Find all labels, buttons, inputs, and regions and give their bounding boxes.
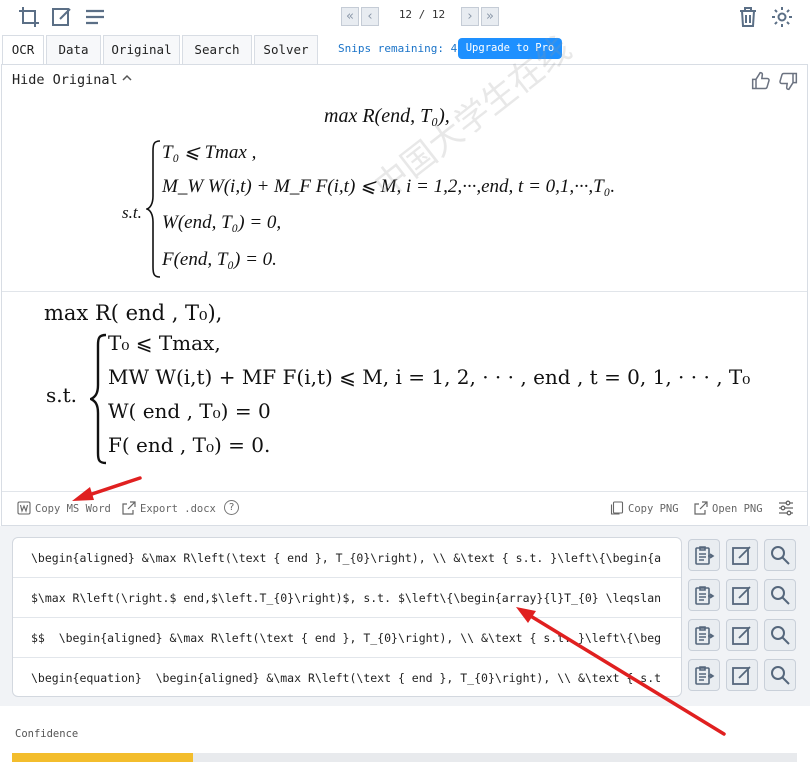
confidence-label: Confidence [15, 728, 79, 740]
hide-original-label: Hide Original [12, 72, 118, 88]
latex-result-row[interactable]: $$ \begin{aligned} &\max R\left(\text { … [13, 618, 681, 658]
search-result-button[interactable] [764, 619, 796, 651]
sliders-settings-icon[interactable] [778, 500, 798, 516]
latex-result-text[interactable]: \begin{aligned} &\max R\left(\text { end… [31, 551, 671, 565]
edit-icon [732, 586, 751, 605]
first-page-button[interactable]: « [341, 7, 359, 26]
edit-icon [732, 666, 751, 685]
thumbs-down-icon[interactable] [778, 71, 798, 91]
latex-result-text[interactable]: \begin{equation} \begin{aligned} &\max R… [31, 671, 671, 685]
open-png-button[interactable]: Open PNG [694, 501, 763, 515]
copy-png-button[interactable]: Copy PNG [610, 501, 679, 515]
hide-original-toggle[interactable]: Hide Original [12, 72, 132, 88]
last-page-button[interactable]: » [481, 7, 499, 26]
latex-result-row[interactable]: \begin{equation} \begin{aligned} &\max R… [13, 658, 681, 696]
next-page-button[interactable]: › [461, 7, 479, 26]
original-st-label: s.t. [122, 203, 142, 222]
clipboard-icon [695, 586, 715, 605]
menu-icon[interactable] [83, 5, 107, 29]
snips-remaining: Snips remaining: 49 [338, 42, 464, 55]
copy-clipboard-button[interactable] [688, 659, 720, 691]
chevron-up-icon [122, 74, 132, 81]
tab-bar: OCR Data Original Search Solver Snips re… [0, 34, 810, 66]
tab-data[interactable]: Data [46, 35, 101, 64]
edit-icon [732, 546, 751, 565]
rendered-objective: max R( end , T₀), [44, 301, 223, 325]
export-docx-label: Export .docx [140, 503, 216, 515]
rendered-constraint-1: T₀ ⩽ Tmax, [108, 331, 221, 355]
ocr-panel: Hide Original max R(end, T₀), s.t. T₀ ⩽ … [1, 29, 808, 526]
rendered-st-label: s.t. [46, 383, 78, 407]
copy-clipboard-button[interactable] [688, 579, 720, 611]
clipboard-icon [695, 546, 715, 565]
rendered-brace [90, 333, 107, 465]
latex-result-text[interactable]: $\max R\left(\right.$ end,$\left.T_{0}\r… [31, 591, 671, 605]
original-constraint-4: F(end, T₀) = 0. [162, 249, 277, 270]
copy-clipboard-button[interactable] [688, 539, 720, 571]
export-docx-button[interactable]: Export .docx [122, 501, 216, 515]
search-icon [771, 626, 790, 645]
tab-search[interactable]: Search [182, 35, 252, 64]
search-icon [771, 586, 790, 605]
copy-ms-word-button[interactable]: Copy MS Word [17, 501, 111, 515]
confidence-bar [12, 753, 797, 762]
open-external-icon [694, 501, 708, 515]
edit-result-button[interactable] [726, 579, 758, 611]
search-icon [771, 546, 790, 565]
latex-result-row[interactable]: \begin{aligned} &\max R\left(\text { end… [13, 538, 681, 578]
word-icon [17, 501, 31, 515]
prev-page-button[interactable]: ‹ [361, 7, 379, 26]
tab-original[interactable]: Original [103, 35, 180, 64]
settings-gear-icon[interactable] [770, 5, 794, 29]
tab-solver[interactable]: Solver [254, 35, 318, 64]
rendered-constraint-4: F( end , T₀) = 0. [108, 433, 271, 457]
rendered-constraint-3: W( end , T₀) = 0 [108, 399, 271, 423]
edit-icon [732, 626, 751, 645]
original-brace [146, 140, 161, 278]
rendered-math: max R( end , T₀), s.t. T₀ ⩽ Tmax, MW W(i… [2, 295, 807, 475]
help-icon[interactable]: ? [224, 500, 239, 515]
search-result-button[interactable] [764, 539, 796, 571]
export-icon [122, 501, 136, 515]
top-toolbar: « ‹ 12 / 12 › » [0, 0, 810, 34]
original-constraint-3: W(end, T₀) = 0, [162, 212, 282, 233]
original-image: max R(end, T₀), s.t. T₀ ⩽ Tmax , M_W W(i… [102, 29, 692, 289]
open-png-label: Open PNG [712, 503, 763, 515]
trash-icon[interactable] [736, 5, 760, 29]
rendered-constraint-2: MW W(i,t) + MF F(i,t) ⩽ M, i = 1, 2, · ·… [108, 365, 751, 389]
clipboard-icon [695, 626, 715, 645]
edit-result-button[interactable] [726, 539, 758, 571]
pager: « ‹ 12 / 12 › » [341, 7, 501, 27]
copy-png-label: Copy PNG [628, 503, 679, 515]
thumbs-up-icon[interactable] [751, 71, 771, 91]
page-position: 12 / 12 [398, 8, 446, 21]
crop-screen-icon[interactable] [17, 5, 41, 29]
clipboard-icon [695, 666, 715, 685]
confidence-bar-fill [12, 753, 193, 762]
search-result-button[interactable] [764, 579, 796, 611]
copy-ms-word-label: Copy MS Word [35, 503, 111, 515]
action-bar: Copy MS Word Export .docx ? Copy PNG Ope… [2, 491, 807, 525]
latex-result-row[interactable]: $\max R\left(\right.$ end,$\left.T_{0}\r… [13, 578, 681, 618]
edit-icon[interactable] [50, 5, 74, 29]
divider [2, 291, 807, 292]
original-constraint-1: T₀ ⩽ Tmax , [162, 142, 257, 163]
search-icon [771, 666, 790, 685]
latex-result-text[interactable]: $$ \begin{aligned} &\max R\left(\text { … [31, 631, 671, 645]
tab-ocr[interactable]: OCR [2, 35, 44, 66]
search-result-button[interactable] [764, 659, 796, 691]
copy-icon [610, 501, 624, 515]
edit-result-button[interactable] [726, 659, 758, 691]
latex-results-list: \begin{aligned} &\max R\left(\text { end… [12, 537, 682, 697]
copy-clipboard-button[interactable] [688, 619, 720, 651]
edit-result-button[interactable] [726, 619, 758, 651]
